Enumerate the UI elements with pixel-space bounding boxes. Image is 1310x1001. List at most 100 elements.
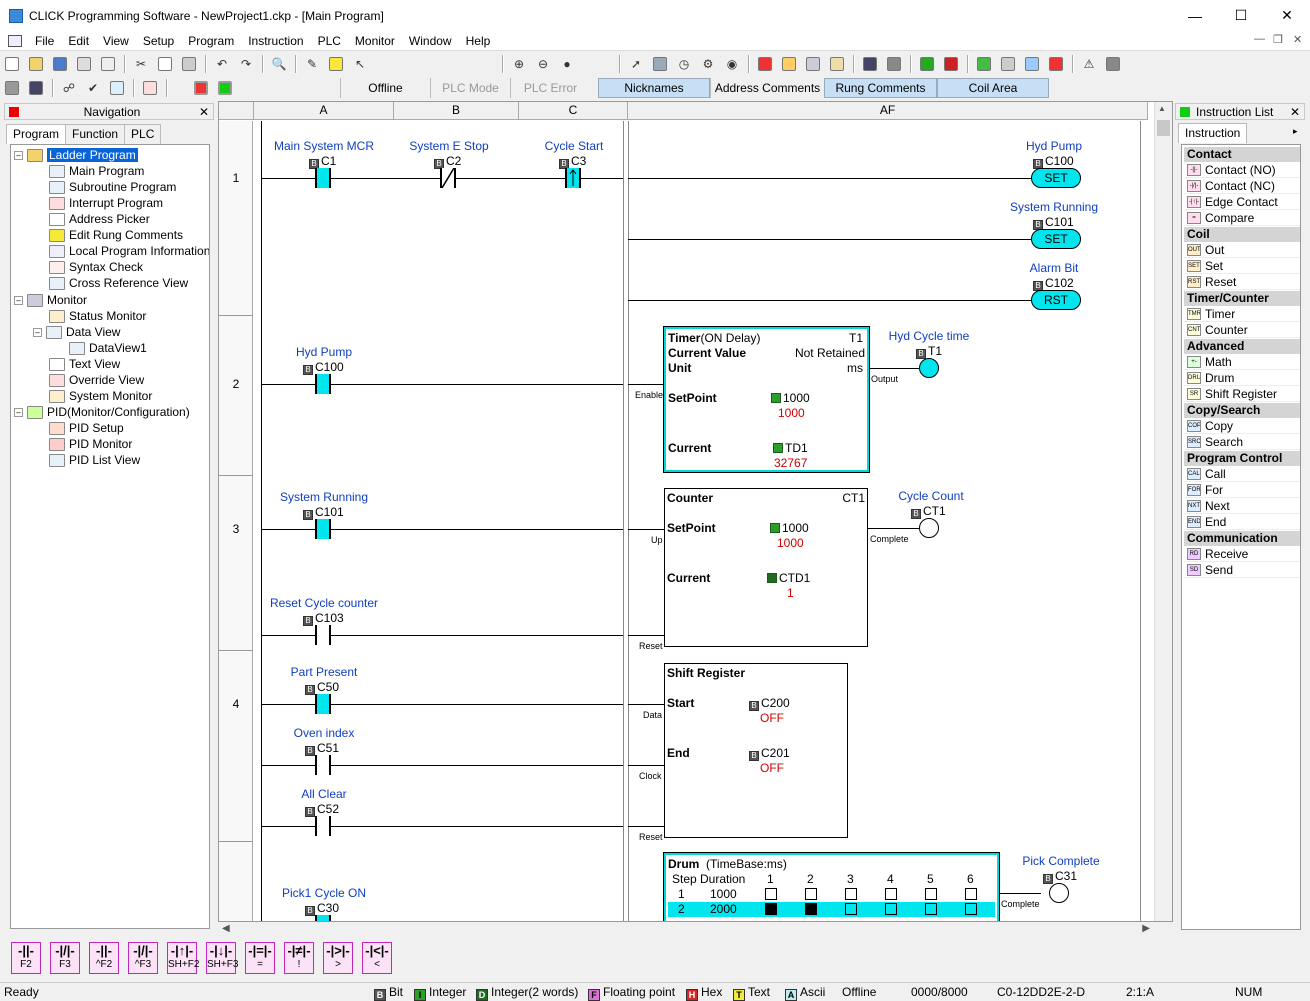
print-icon[interactable] <box>74 54 94 74</box>
instr-search[interactable]: SRCHSearch <box>1184 435 1300 450</box>
tree-subroutine[interactable]: Subroutine Program <box>49 179 176 195</box>
document-icon[interactable] <box>8 34 22 47</box>
instr-counter[interactable]: CNT Counter <box>1184 323 1300 338</box>
tab-scroll-icon[interactable]: ▸ <box>1293 126 1298 137</box>
mdi-minimize-button[interactable]: — <box>1254 33 1265 45</box>
instr-timer[interactable]: TMR Timer <box>1184 307 1300 322</box>
wire-icon[interactable]: ➚ <box>626 54 646 74</box>
fkey-contact-nc[interactable]: -|/|- F3 <box>50 942 80 974</box>
contact-no-c30[interactable] <box>315 915 331 921</box>
fkey-compare-not-equal[interactable]: -|≠|-! <box>284 942 314 974</box>
stop-mode-icon[interactable] <box>191 78 211 98</box>
set-coil-c101[interactable]: SET <box>1031 229 1081 249</box>
drum-cell[interactable] <box>765 888 777 900</box>
fkey-falling-edge[interactable]: -|↓|- SH+F3 <box>206 942 238 974</box>
counter-box[interactable]: Counter CT1 SetPoint 1000 1000 Current C… <box>664 488 868 647</box>
instr-drum[interactable]: DRUMDrum <box>1184 371 1300 386</box>
horizontal-scrollbar[interactable]: ◀ ▶ <box>218 922 1158 938</box>
contact-no-c1[interactable] <box>315 168 331 188</box>
contact-no-c50[interactable] <box>315 694 331 714</box>
clock-icon[interactable]: ◷ <box>674 54 694 74</box>
contact-no-c101[interactable] <box>315 519 331 539</box>
redo-icon[interactable]: ↷ <box>236 54 256 74</box>
menu-plc[interactable]: PLC <box>311 34 348 48</box>
tree-override-view[interactable]: Override View <box>49 372 144 388</box>
pen-icon[interactable]: ✎ <box>302 54 322 74</box>
save-icon[interactable] <box>50 54 70 74</box>
drum-cell[interactable] <box>925 903 937 915</box>
menu-view[interactable]: View <box>96 34 136 48</box>
menu-edit[interactable]: Edit <box>61 34 96 48</box>
drum-cell[interactable] <box>965 903 977 915</box>
shift-register-box[interactable]: Shift Register Start B C200 OFF End B C201… <box>664 663 848 838</box>
menu-monitor[interactable]: Monitor <box>348 34 402 48</box>
menu-setup[interactable]: Setup <box>136 34 181 48</box>
pointer-icon[interactable]: ↖ <box>350 54 370 74</box>
tab-function[interactable]: Function <box>65 124 126 144</box>
info-icon[interactable] <box>107 78 127 98</box>
link-icon[interactable]: ☍ <box>59 78 79 98</box>
drum-cell[interactable] <box>805 903 817 915</box>
paste-icon[interactable] <box>179 54 199 74</box>
calc-icon[interactable] <box>26 78 46 98</box>
globe-icon[interactable]: ◉ <box>722 54 742 74</box>
error-list-icon[interactable] <box>1103 54 1123 74</box>
highlight-icon[interactable] <box>326 54 346 74</box>
traffic-light-icon[interactable] <box>1046 54 1066 74</box>
instr-call[interactable]: CALLCall <box>1184 467 1300 482</box>
instr-for[interactable]: FOR For <box>1184 483 1300 498</box>
instr-send[interactable]: SD Send <box>1184 563 1300 578</box>
tree-data-view[interactable]: – Data View <box>33 324 120 340</box>
tree-pid-list[interactable]: PID List View <box>49 452 140 468</box>
instr-end[interactable]: END End <box>1184 515 1300 530</box>
instr-contact-no[interactable]: -||- Contact (NO) <box>1184 163 1300 178</box>
collapse-icon[interactable]: – <box>14 150 23 160</box>
maximize-button[interactable]: ☐ <box>1218 0 1264 31</box>
collapse-icon[interactable]: – <box>14 295 23 305</box>
drum-cell[interactable] <box>925 888 937 900</box>
menu-program[interactable]: Program <box>181 34 241 48</box>
output-coil-ct1[interactable] <box>919 518 939 538</box>
tree-local-info[interactable]: Local Program Information <box>49 243 209 259</box>
tree-pid-monitor[interactable]: PID Monitor <box>49 436 132 452</box>
instr-math[interactable]: +- Math <box>1184 355 1300 370</box>
zoom-fit-icon[interactable]: ● <box>557 54 577 74</box>
gray-box-icon[interactable] <box>2 78 22 98</box>
close-icon[interactable]: ✕ <box>199 105 209 119</box>
read-plc-icon[interactable] <box>941 54 961 74</box>
menu-file[interactable]: File <box>28 34 61 48</box>
drum-cell[interactable] <box>765 903 777 915</box>
monitor-icon[interactable] <box>974 54 994 74</box>
zoom-in-icon[interactable]: ⊕ <box>509 54 529 74</box>
tree-syntax-check[interactable]: Syntax Check <box>49 259 143 275</box>
tree-dataview1[interactable]: DataView1 <box>69 340 147 356</box>
zoom-out-icon[interactable]: ⊖ <box>533 54 553 74</box>
instr-compare[interactable]: = Compare <box>1184 211 1300 226</box>
instr-edge-contact[interactable]: -|↑|- Edge Contact <box>1184 195 1300 210</box>
menu-help[interactable]: Help <box>459 34 498 48</box>
drum-cell[interactable] <box>805 888 817 900</box>
warning-icon[interactable]: ⚠ <box>1079 54 1099 74</box>
tree-system-monitor[interactable]: System Monitor <box>49 388 152 404</box>
check-icon[interactable]: ✔ <box>83 78 103 98</box>
instr-out[interactable]: OUT Out <box>1184 243 1300 258</box>
set-coil-c100[interactable]: SET <box>1031 168 1081 188</box>
drum-cell[interactable] <box>885 903 897 915</box>
fkey-compare-less[interactable]: -|<|- < <box>362 942 392 974</box>
mdi-restore-button[interactable]: ❐ <box>1273 33 1283 46</box>
grid-icon[interactable] <box>803 54 823 74</box>
instr-receive[interactable]: RD Receive <box>1184 547 1300 562</box>
rung-comments-button[interactable]: Rung Comments <box>824 78 937 98</box>
data-icon[interactable] <box>1022 54 1042 74</box>
new-file-icon[interactable] <box>2 54 22 74</box>
copy-icon[interactable] <box>155 54 175 74</box>
fkey-parallel-no[interactable]: -||- ^F2 <box>89 942 119 974</box>
reset-coil-c102[interactable]: RST <box>1031 290 1081 310</box>
output-coil-c31[interactable] <box>1049 883 1069 903</box>
undo-icon[interactable]: ↶ <box>212 54 232 74</box>
run-mode-icon[interactable] <box>215 78 235 98</box>
compare-icon[interactable] <box>779 54 799 74</box>
find-icon[interactable]: 🔍 <box>269 54 289 74</box>
tree-cross-reference[interactable]: Cross Reference View <box>49 275 188 291</box>
output-coil-t1[interactable] <box>919 358 939 378</box>
